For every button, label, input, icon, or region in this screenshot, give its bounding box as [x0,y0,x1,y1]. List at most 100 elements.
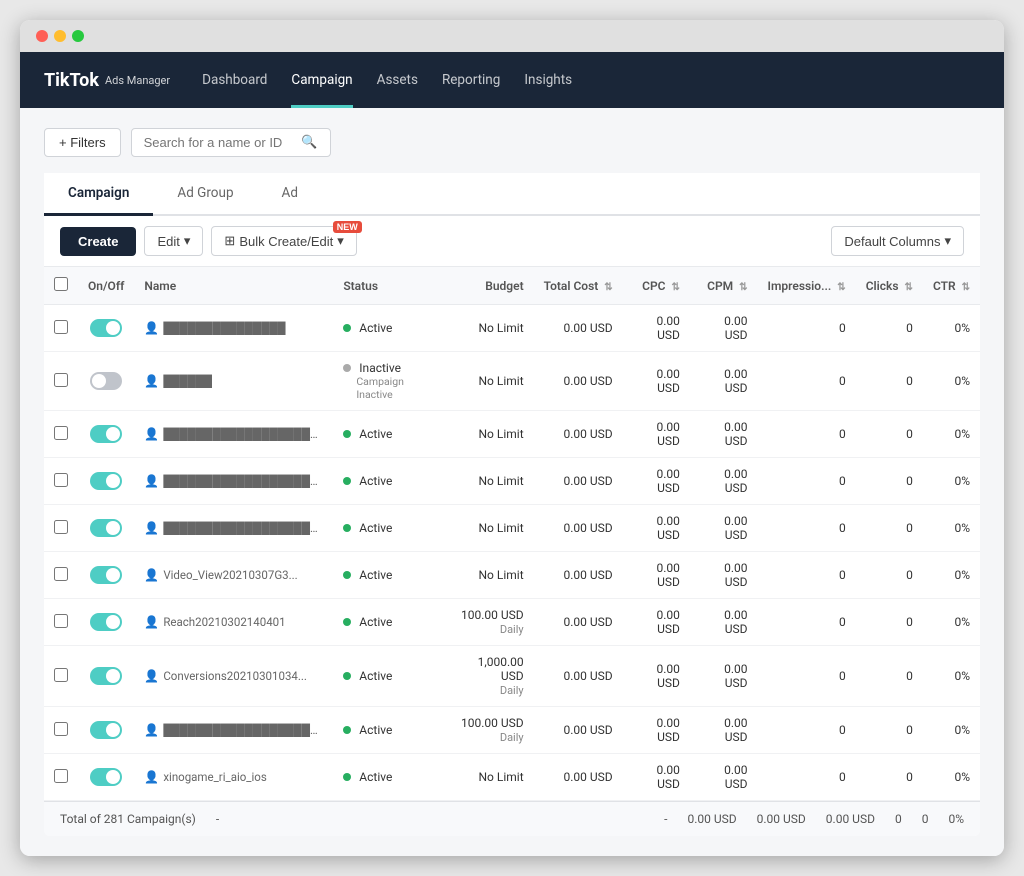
nav-reporting[interactable]: Reporting [442,52,500,108]
row-status: Active [333,754,446,801]
search-input[interactable] [144,135,296,150]
chevron-down-icon: ▾ [944,233,951,249]
create-button[interactable]: Create [60,227,136,256]
row-impressions: 0 [758,411,856,458]
nav-dashboard[interactable]: Dashboard [202,52,267,108]
row-ctr: 0% [923,305,980,352]
row-cpm: 0.00 USD [690,505,758,552]
campaign-toggle[interactable] [90,372,122,390]
row-cpm: 0.00 USD [690,707,758,754]
content-area: + Filters 🔍 Campaign Ad Group Ad Create [20,108,1004,856]
row-select-checkbox[interactable] [54,426,68,440]
nav-campaign[interactable]: Campaign [291,52,352,108]
row-clicks: 0 [856,458,923,505]
person-icon: 👤 [144,521,159,535]
campaign-toggle[interactable] [90,768,122,786]
search-box[interactable]: 🔍 [131,128,331,157]
row-status: Active [333,599,446,646]
nav-links: Dashboard Campaign Assets Reporting Insi… [202,52,572,108]
row-budget: 1,000.00 USDDaily [446,646,533,707]
footer-dash2: - [664,812,667,826]
status-dot [343,364,351,372]
table-toolbar: Create Edit ▾ ⊞ Bulk Create/Edit ▾ NEW D… [44,216,980,267]
row-select-checkbox[interactable] [54,668,68,682]
tab-ad[interactable]: Ad [258,173,322,216]
row-clicks: 0 [856,305,923,352]
row-select-checkbox[interactable] [54,473,68,487]
row-ctr: 0% [923,646,980,707]
campaign-name-text: ██████ [163,374,212,388]
row-impressions: 0 [758,305,856,352]
status-text: Active [359,474,392,488]
row-total-cost: 0.00 USD [534,352,623,411]
row-cpm: 0.00 USD [690,458,758,505]
campaign-name-text: ████████████████████████ [163,521,323,535]
row-cpm: 0.00 USD [690,411,758,458]
nav-insights[interactable]: Insights [524,52,572,108]
filter-bar: + Filters 🔍 [44,128,980,157]
row-toggle [78,458,134,505]
row-select-checkbox[interactable] [54,614,68,628]
row-status: Active [333,646,446,707]
row-select-checkbox[interactable] [54,373,68,387]
table-row: 👤 Reach20210302140401 Active 100.00 USDD… [44,599,980,646]
campaign-toggle[interactable] [90,566,122,584]
status-dot [343,324,351,332]
row-ctr: 0% [923,352,980,411]
campaign-toggle[interactable] [90,667,122,685]
minimize-button-icon[interactable] [54,30,66,42]
filter-button[interactable]: + Filters [44,128,121,157]
sort-icon: ⇅ [837,282,845,293]
row-impressions: 0 [758,552,856,599]
total-cost-header[interactable]: Total Cost ⇅ [534,267,623,305]
row-total-cost: 0.00 USD [534,707,623,754]
status-dot [343,672,351,680]
tab-adgroup[interactable]: Ad Group [153,173,257,216]
brand-sub: Ads Manager [105,74,170,87]
clicks-header[interactable]: Clicks ⇅ [856,267,923,305]
row-status: Active [333,458,446,505]
campaign-toggle[interactable] [90,319,122,337]
table-row: 👤 █████████████████████ Active No Limit … [44,411,980,458]
close-button-icon[interactable] [36,30,48,42]
row-select-checkbox[interactable] [54,320,68,334]
row-clicks: 0 [856,754,923,801]
row-clicks: 0 [856,505,923,552]
status-dot [343,618,351,626]
status-text: Active [359,723,392,737]
bulk-create-edit-button[interactable]: ⊞ Bulk Create/Edit ▾ NEW [211,226,356,256]
table-header-row: On/Off Name Status Budget Total Cost ⇅ C… [44,267,980,305]
select-all-checkbox[interactable] [54,277,68,291]
row-name: 👤 Reach20210302140401 [134,599,333,646]
tab-campaign[interactable]: Campaign [44,173,153,216]
campaign-toggle[interactable] [90,425,122,443]
footer-cpm: 0.00 USD [826,812,875,826]
row-name: 👤 Video_View20210307G3... [134,552,333,599]
bulk-icon: ⊞ [224,233,235,249]
default-columns-button[interactable]: Default Columns ▾ [831,226,964,256]
row-total-cost: 0.00 USD [534,458,623,505]
cpm-header[interactable]: CPM ⇅ [690,267,758,305]
campaign-toggle[interactable] [90,472,122,490]
ctr-header[interactable]: CTR ⇅ [923,267,980,305]
status-text: Active [359,521,392,535]
person-icon: 👤 [144,568,159,582]
cpc-header[interactable]: CPC ⇅ [623,267,690,305]
row-total-cost: 0.00 USD [534,754,623,801]
row-select-checkbox[interactable] [54,520,68,534]
campaign-toggle[interactable] [90,519,122,537]
status-text: Inactive [359,361,401,375]
tabs-row: Campaign Ad Group Ad [44,173,980,216]
row-select-checkbox[interactable] [54,722,68,736]
fullscreen-button-icon[interactable] [72,30,84,42]
impressions-header[interactable]: Impressio... ⇅ [758,267,856,305]
person-icon: 👤 [144,770,159,784]
campaign-toggle[interactable] [90,721,122,739]
edit-button[interactable]: Edit ▾ [144,226,203,256]
nav-assets[interactable]: Assets [377,52,418,108]
row-name: 👤 ███████████████████████ [134,458,333,505]
row-select-checkbox[interactable] [54,769,68,783]
campaign-toggle[interactable] [90,613,122,631]
row-select-checkbox[interactable] [54,567,68,581]
footer-dash: - [216,812,219,826]
